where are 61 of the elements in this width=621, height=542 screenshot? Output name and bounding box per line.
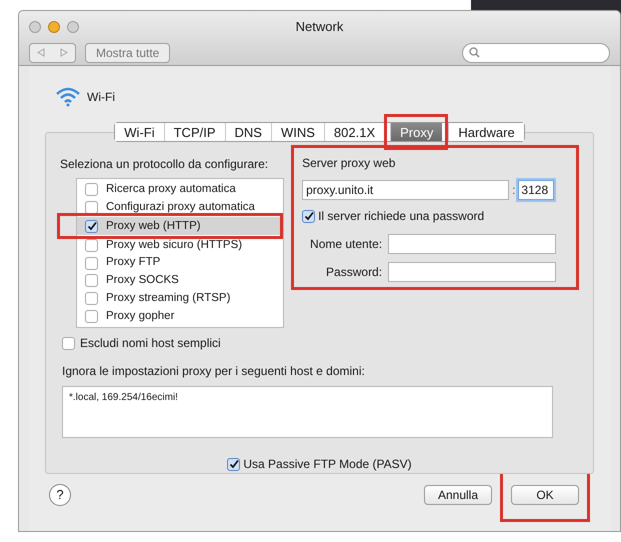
password-field[interactable] (388, 262, 556, 282)
protocol-heading: Seleziona un protocollo da configurare: (60, 156, 270, 173)
checkbox[interactable] (85, 201, 98, 214)
show-all-button[interactable]: Mostra tutte (85, 42, 170, 62)
username-label: Nome utente: (309, 236, 384, 253)
checkmark-icon (304, 211, 314, 221)
port-separator: : (512, 182, 516, 199)
checkbox[interactable] (62, 336, 75, 350)
checkbox[interactable] (85, 274, 98, 288)
checkbox[interactable] (302, 210, 316, 222)
tab[interactable]: Proxy (390, 123, 442, 141)
protocol-label: Proxy web (HTTP) (106, 218, 201, 234)
checkbox[interactable] (85, 220, 98, 233)
protocol-label: Ricerca proxy automatica (106, 182, 236, 198)
protocol-row[interactable]: Configurazi proxy automatica (77, 198, 283, 216)
checkbox[interactable] (85, 292, 98, 305)
checkbox[interactable] (85, 238, 98, 252)
protocol-label: Proxy FTP (106, 255, 160, 270)
password-label: Password: (325, 264, 384, 281)
bypass-field[interactable]: *.local, 169.254/16ecimi! (62, 386, 553, 438)
protocol-row[interactable]: Proxy web sicuro (HTTPS) (77, 236, 283, 254)
close-window-control[interactable] (29, 20, 41, 33)
protocol-row[interactable]: Proxy web (HTTP) (77, 217, 280, 236)
protocol-label: Proxy web sicuro (HTTPS) (106, 238, 242, 253)
minimize-window-control[interactable] (48, 20, 60, 33)
back-arrow-icon (37, 48, 46, 57)
port-field[interactable]: 3128 (518, 180, 554, 200)
forward-arrow-icon (60, 48, 68, 57)
password-required-label: Il server richiede una password (318, 208, 484, 225)
exclude-simple-label: Escludi nomi host semplici (80, 335, 221, 352)
protocol-row[interactable]: Proxy streaming (RTSP) (77, 290, 283, 308)
passive-ftp-label: Usa Passive FTP Mode (PASV) (243, 456, 412, 473)
search-icon (469, 47, 480, 58)
username-field[interactable] (388, 234, 556, 254)
back-forward-control[interactable] (29, 42, 76, 62)
protocol-row[interactable]: Proxy SOCKS (77, 272, 283, 290)
checkbox[interactable] (85, 256, 98, 270)
checkbox[interactable] (85, 310, 98, 323)
bypass-label: Ignora le impostazioni proxy per i seguenti host e domini: (62, 363, 366, 380)
help-button[interactable]: ? (49, 484, 71, 506)
protocol-label: Configurazi proxy automatica (106, 200, 255, 215)
server-title: Server proxy web (302, 155, 396, 172)
dialog-button[interactable]: OK (511, 485, 579, 505)
tab[interactable]: Hardware (448, 123, 524, 141)
checkmark-icon (228, 459, 239, 469)
protocol-row[interactable]: Proxy gopher (77, 307, 283, 326)
checkbox[interactable] (85, 183, 98, 196)
search-field[interactable] (462, 42, 610, 62)
window-title: Network (294, 18, 344, 36)
zoom-window-control[interactable] (67, 20, 79, 33)
protocol-label: Proxy streaming (RTSP) (106, 290, 230, 306)
protocol-row[interactable]: Proxy FTP (77, 254, 283, 272)
protocol-label: Proxy gopher (106, 308, 174, 324)
checkmark-icon (86, 221, 96, 232)
protocol-label: Proxy SOCKS (106, 273, 179, 288)
protocol-row[interactable]: Ricerca proxy automatica (77, 181, 283, 199)
dialog-button[interactable]: Annulla (424, 485, 492, 505)
checkbox[interactable] (227, 458, 240, 470)
interface-name: Wi-Fi (87, 89, 115, 106)
wifi-icon (55, 87, 81, 107)
host-field[interactable]: proxy.unito.it (302, 180, 510, 200)
